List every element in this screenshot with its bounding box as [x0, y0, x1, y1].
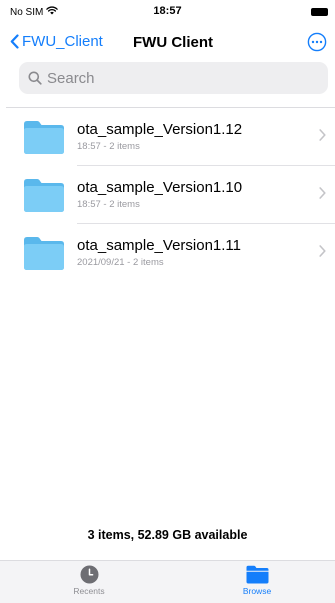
- search-icon: [28, 71, 42, 85]
- folder-icon: [246, 565, 268, 584]
- more-button[interactable]: [307, 32, 327, 52]
- tab-recents[interactable]: Recents: [54, 565, 124, 596]
- folder-icon: [24, 121, 64, 154]
- tab-browse-label: Browse: [242, 586, 272, 596]
- status-bar: No SIM 18:57: [0, 0, 335, 24]
- search-placeholder: Search: [47, 69, 95, 87]
- folder-name: ota_sample_Version1.12: [77, 121, 243, 138]
- chevron-left-icon: [10, 34, 19, 49]
- search-field[interactable]: Search: [19, 62, 328, 94]
- folder-meta: 2021/09/21 - 2 items: [77, 257, 164, 268]
- folder-list: ota_sample_Version1.12 18:57 - 2 items o…: [0, 108, 335, 282]
- list-item[interactable]: ota_sample_Version1.12 18:57 - 2 items: [0, 108, 335, 166]
- folder-name: ota_sample_Version1.10: [77, 179, 243, 196]
- chevron-right-icon: [319, 187, 326, 199]
- tab-bar: Recents Browse: [0, 560, 335, 603]
- storage-summary: 3 items, 52.89 GB available: [87, 528, 248, 542]
- folder-icon: [24, 237, 64, 270]
- clock-icon: [80, 565, 98, 584]
- list-item[interactable]: ota_sample_Version1.10 18:57 - 2 items: [0, 166, 335, 224]
- back-label: FWU_Client: [22, 33, 103, 50]
- more-icon: [307, 32, 327, 52]
- status-time: 18:57: [153, 5, 182, 17]
- files-screen: No SIM 18:57 FWU_Client FWU Client Searc…: [0, 0, 335, 603]
- chevron-right-icon: [319, 245, 326, 257]
- back-button[interactable]: FWU_Client: [10, 33, 103, 50]
- folder-meta: 18:57 - 2 items: [77, 199, 140, 210]
- page-title: FWU Client: [133, 34, 213, 51]
- tab-recents-label: Recents: [73, 586, 105, 596]
- folder-icon: [24, 179, 64, 212]
- navigation-bar: FWU_Client FWU Client: [0, 28, 335, 60]
- chevron-right-icon: [319, 129, 326, 141]
- folder-meta: 18:57 - 2 items: [77, 141, 140, 152]
- tab-browse[interactable]: Browse: [222, 565, 292, 596]
- list-item[interactable]: ota_sample_Version1.11 2021/09/21 - 2 it…: [0, 224, 335, 282]
- folder-name: ota_sample_Version1.11: [77, 237, 242, 254]
- battery-icon: [311, 8, 328, 16]
